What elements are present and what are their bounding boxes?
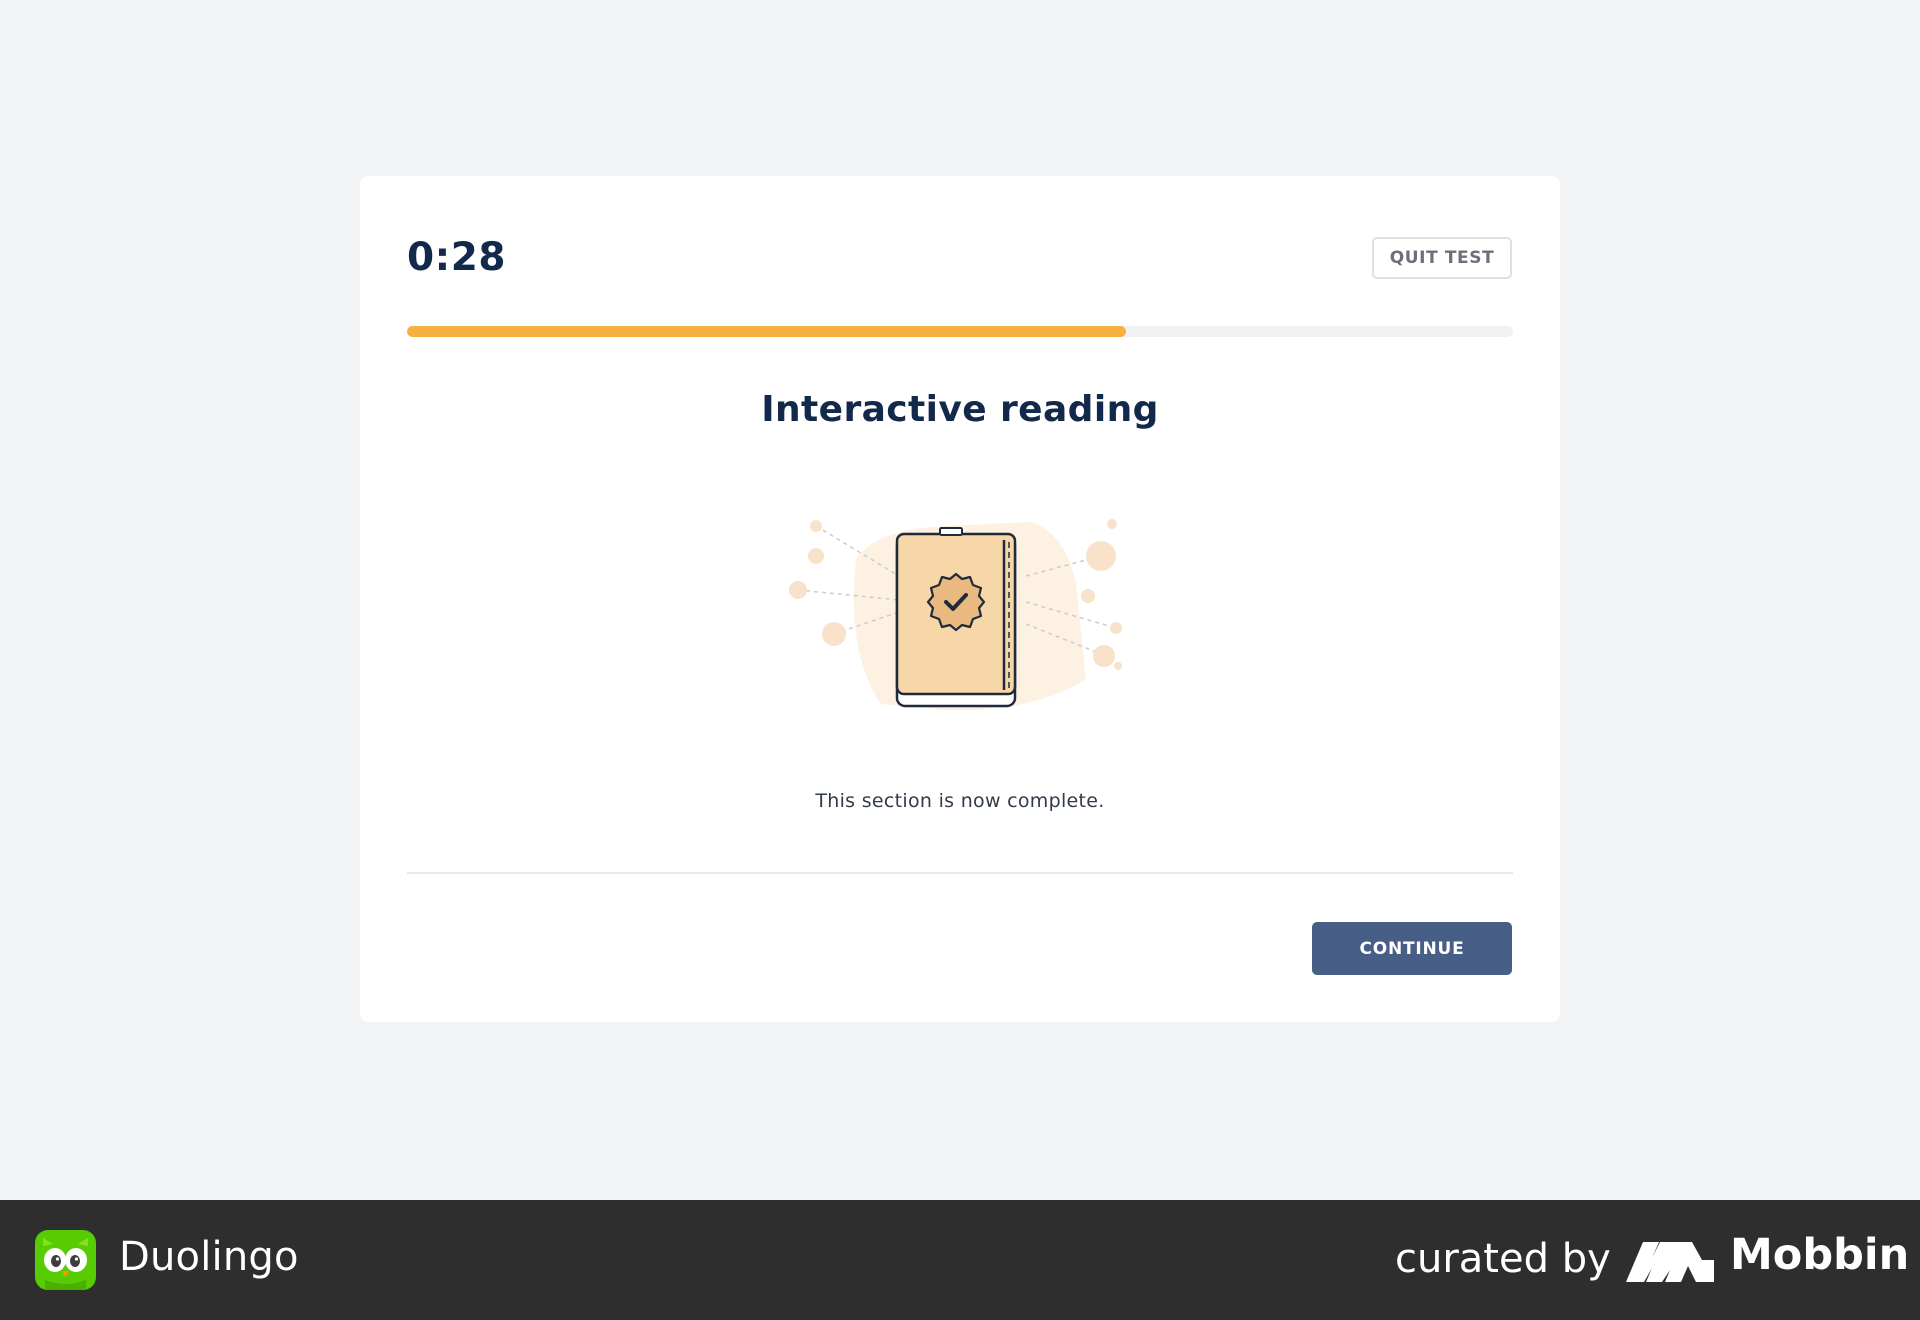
mobbin-logo-icon xyxy=(1626,1242,1714,1282)
progress-bar xyxy=(407,326,1513,337)
section-complete-message: This section is now complete. xyxy=(815,790,1105,812)
timer: 0:28 xyxy=(407,235,507,280)
progress-bar-fill xyxy=(407,326,1126,337)
book-check-icon xyxy=(789,519,1122,711)
quit-test-button[interactable]: QUIT TEST xyxy=(1372,237,1512,279)
divider xyxy=(407,872,1513,874)
footer-bar: Duolingo curated by Mobbin xyxy=(0,1200,1920,1320)
mobbin-brand-name: Mobbin xyxy=(1730,1230,1910,1280)
duolingo-owl-icon xyxy=(35,1230,96,1290)
curated-by-label: curated by xyxy=(1395,1236,1611,1282)
continue-button[interactable]: CONTINUE xyxy=(1312,922,1512,975)
app-name: Duolingo xyxy=(119,1234,299,1280)
test-card: 0:28 QUIT TEST Interactive reading This … xyxy=(360,176,1560,1022)
section-title: Interactive reading xyxy=(761,389,1159,430)
